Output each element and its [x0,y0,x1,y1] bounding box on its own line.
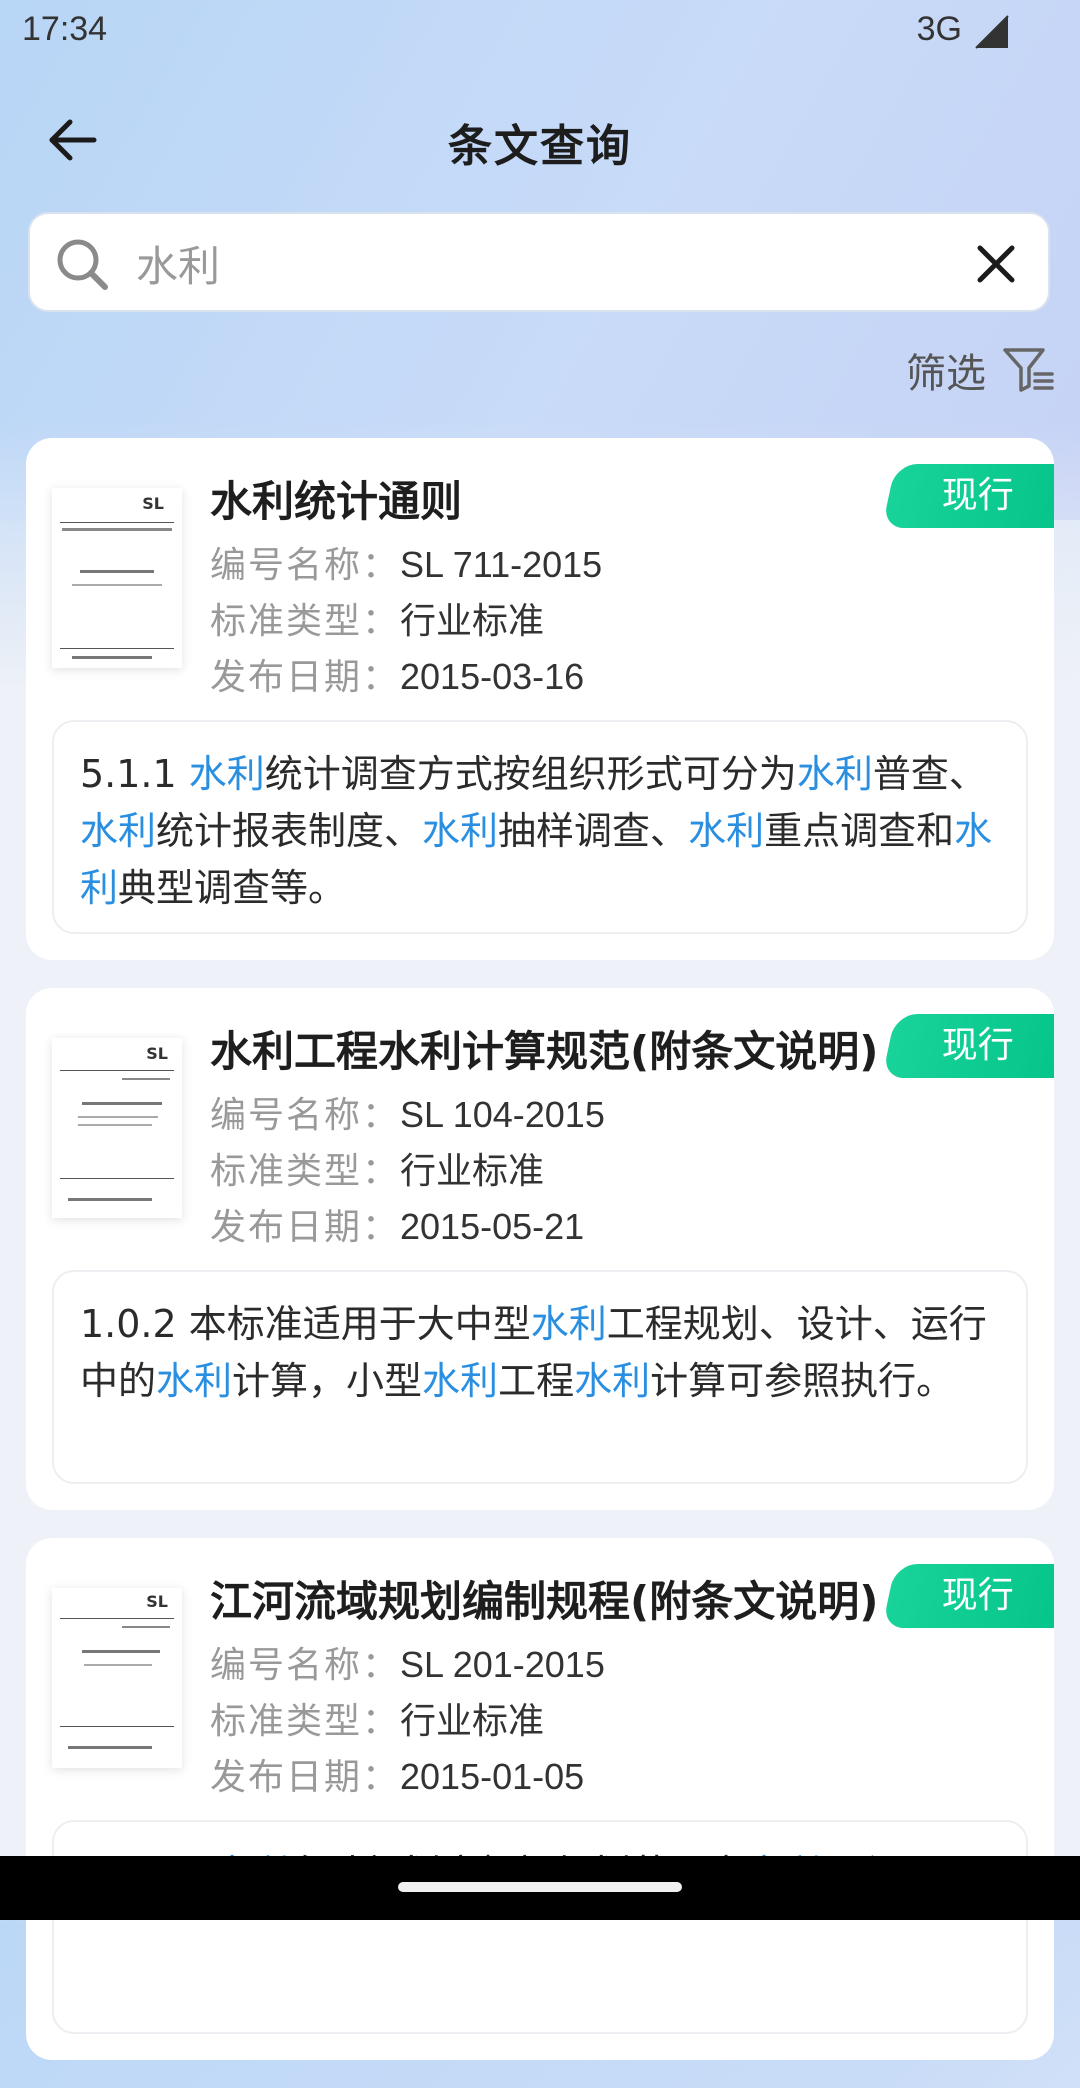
card-title: 江河流域规划编制规程(附条文说明) [210,1577,879,1626]
keyword-highlight: 水利 [188,752,265,796]
filter-icon [1003,348,1054,392]
network-type: 3G [916,10,962,48]
result-card[interactable]: SL 水利工程水利计算规范(附条文说明) 现行 编号名称：SL 104-2015… [26,988,1054,1510]
meta-type-value: 行业标准 [400,1700,545,1741]
results-list: SL 水利统计通则 现行 编号名称：SL 711-2015 标准类型：行业标准 … [26,438,1054,2088]
thumbnail-code: SL [146,1592,168,1611]
status-badge: 现行 [882,1564,1054,1628]
document-thumbnail: SL [52,1038,182,1218]
meta-date-label: 发布日期： [210,1757,401,1798]
meta-type-value: 行业标准 [400,1150,545,1191]
thumbnail-code: SL [142,494,164,513]
excerpt-text: 普查、 [872,752,987,796]
meta-date-value: 2015-05-21 [400,1206,585,1247]
keyword-highlight: 水利 [530,1302,607,1346]
meta-code-row: 编号名称：SL 711-2015 [210,536,602,588]
meta-date-row: 发布日期：2015-05-21 [210,1198,584,1250]
excerpt-text: 计算可参照执行。 [650,1359,955,1403]
meta-date-row: 发布日期：2015-01-05 [210,1748,584,1800]
excerpt-text: 计算，小型 [232,1359,423,1403]
meta-code-row: 编号名称：SL 104-2015 [210,1086,605,1138]
system-navigation-bar [0,1856,1080,1920]
page-title: 条文查询 [448,121,632,172]
keyword-highlight: 水利 [688,809,765,853]
signal-icon [975,15,1009,49]
status-badge-label: 现行 [941,475,1014,516]
app-header: 条文查询 [0,90,1080,190]
keyword-highlight: 水利 [422,809,499,853]
status-bar: 17:34 3G [0,0,1080,64]
card-title: 水利工程水利计算规范(附条文说明) [210,1027,879,1076]
keyword-highlight: 水利 [422,1359,499,1403]
meta-date-value: 2015-01-05 [400,1756,585,1797]
excerpt-text: 工程 [498,1359,575,1403]
filter-label: 筛选 [906,351,986,397]
meta-date-label: 发布日期： [210,657,401,698]
meta-type-label: 标准类型： [210,601,401,642]
search-input[interactable] [134,232,938,294]
meta-code-value: SL 104-2015 [400,1094,605,1135]
close-icon[interactable] [972,240,1020,288]
document-thumbnail: SL [52,1588,182,1768]
meta-date-value: 2015-03-16 [400,656,585,697]
meta-type-label: 标准类型： [210,1151,401,1192]
keyword-highlight: 水利 [796,752,873,796]
meta-type-row: 标准类型：行业标准 [210,1142,544,1194]
magnifier-icon [57,239,108,290]
meta-code-value: SL 711-2015 [400,544,603,585]
search-box[interactable] [28,212,1050,312]
meta-date-row: 发布日期：2015-03-16 [210,648,584,700]
status-badge-label: 现行 [941,1575,1014,1616]
meta-type-row: 标准类型：行业标准 [210,1692,544,1744]
status-badge: 现行 [882,1014,1054,1078]
result-card[interactable]: SL 江河流域规划编制规程(附条文说明) 现行 编号名称：SL 201-2015… [26,1538,1054,2060]
document-thumbnail: SL [52,488,182,668]
meta-code-value: SL 201-2015 [400,1644,605,1685]
result-card[interactable]: SL 水利统计通则 现行 编号名称：SL 711-2015 标准类型：行业标准 … [26,438,1054,960]
meta-code-row: 编号名称：SL 201-2015 [210,1636,605,1688]
excerpt-text: 统计报表制度、 [156,809,423,853]
excerpt-text: 典型调查等。 [118,866,347,910]
meta-code-label: 编号名称： [210,545,401,586]
home-indicator[interactable] [398,1882,682,1892]
keyword-highlight: 水利 [80,809,157,853]
meta-type-label: 标准类型： [210,1701,401,1742]
meta-type-value: 行业标准 [400,600,545,641]
status-badge: 现行 [882,464,1054,528]
meta-code-label: 编号名称： [210,1095,401,1136]
meta-code-label: 编号名称： [210,1645,401,1686]
excerpt-text: 5.1.1 [80,752,189,796]
keyword-highlight: 水利 [156,1359,233,1403]
clause-excerpt[interactable]: 1.0.2 本标准适用于大中型水利工程规划、设计、运行中的水利计算，小型水利工程… [52,1270,1028,1484]
excerpt-text: 统计调查方式按组织形式可分为 [264,752,797,796]
card-title: 水利统计通则 [210,477,463,526]
meta-date-label: 发布日期： [210,1207,401,1248]
excerpt-text: 抽样调查、 [498,809,689,853]
meta-type-row: 标准类型：行业标准 [210,592,544,644]
excerpt-text: 重点调查和 [764,809,955,853]
filter-button[interactable]: 筛选 [906,340,1054,400]
clause-excerpt[interactable]: 10.1.1 水利在陆规划应根据规划范围内水利工程 [52,1820,1028,2034]
clause-excerpt[interactable]: 5.1.1 水利统计调查方式按组织形式可分为水利普查、水利统计报表制度、水利抽样… [52,720,1028,934]
excerpt-text: 1.0.2 本标准适用于大中型 [80,1302,531,1346]
thumbnail-code: SL [146,1044,168,1063]
status-badge-label: 现行 [941,1025,1014,1066]
keyword-highlight: 水利 [574,1359,651,1403]
status-time: 17:34 [22,10,108,48]
